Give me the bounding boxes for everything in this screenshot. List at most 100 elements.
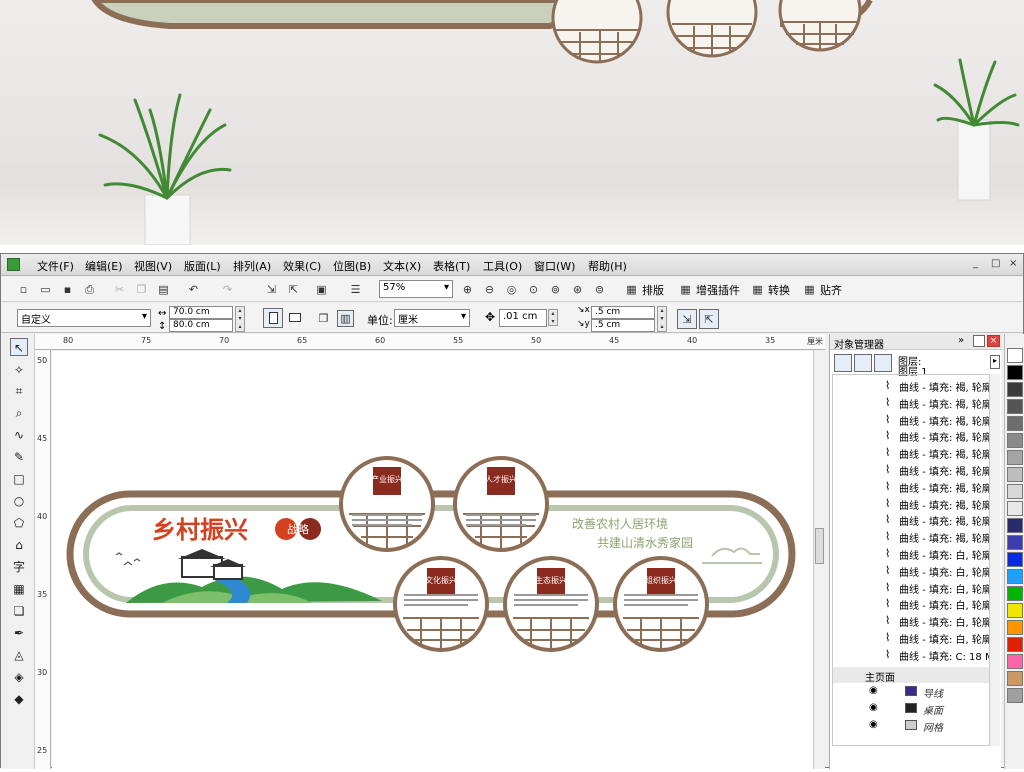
edge-snap-icon[interactable]: ⇱ <box>699 309 719 329</box>
palette-swatch[interactable] <box>1007 416 1023 431</box>
freehand-tool-icon[interactable]: ∿ <box>10 426 28 444</box>
menu-view[interactable]: 视图(V) <box>134 258 172 274</box>
current-page-icon[interactable]: ▥ <box>337 310 354 327</box>
undo-icon[interactable]: ↶ <box>185 281 202 298</box>
palette-swatch[interactable] <box>1007 399 1023 414</box>
menu-file[interactable]: 文件(F) <box>37 258 74 274</box>
edit-across-layers-icon[interactable] <box>854 354 872 372</box>
minimize-button[interactable]: _ <box>973 258 978 269</box>
cut-icon[interactable]: ✂ <box>111 281 128 298</box>
palette-swatch[interactable] <box>1007 569 1023 584</box>
fill-tool-icon[interactable]: ◈ <box>10 668 28 686</box>
menu-bitmaps[interactable]: 位图(B) <box>333 258 371 274</box>
publish-icon[interactable]: ▣ <box>313 281 330 298</box>
object-list-item[interactable]: 曲线 - 填充: 褐, 轮廓 <box>899 480 989 495</box>
layout-button[interactable]: 排版 <box>642 282 664 298</box>
duplicate-y-field[interactable]: .5 cm <box>591 319 655 332</box>
object-list-item[interactable]: 曲线 - 填充: 白, 轮廓 <box>899 564 989 579</box>
scroll-thumb[interactable] <box>815 528 824 564</box>
height-field[interactable]: 80.0 cm <box>169 319 233 332</box>
treat-as-filled-icon[interactable]: ⇲ <box>677 309 697 329</box>
vertical-scrollbar[interactable] <box>813 350 825 769</box>
master-layer-item[interactable]: 导线 <box>923 685 943 700</box>
rectangle-tool-icon[interactable]: □ <box>10 470 28 488</box>
plugin-icon[interactable]: ▦ <box>677 281 694 298</box>
master-page-row[interactable]: 主页面 <box>833 666 989 684</box>
docker-collapse-icon[interactable]: » <box>958 335 964 346</box>
drawing-canvas[interactable]: 产业振兴 人才振兴 文化振兴 生态振兴 组织振兴 乡村振兴 战略 改善农村人居环… <box>52 351 818 769</box>
show-properties-icon[interactable] <box>834 354 852 372</box>
menu-window[interactable]: 窗口(W) <box>534 258 575 274</box>
docker-scrollbar[interactable] <box>990 374 1000 746</box>
maximize-button[interactable]: □ <box>991 258 1000 269</box>
all-pages-icon[interactable]: ❐ <box>315 310 332 327</box>
palette-swatch[interactable] <box>1007 433 1023 448</box>
docker-close-button[interactable]: × <box>987 335 1000 347</box>
new-icon[interactable]: ▫ <box>15 281 32 298</box>
page-size-select[interactable]: 自定义 ▾ <box>17 309 151 327</box>
palette-swatch[interactable] <box>1007 501 1023 516</box>
layer-manager-icon[interactable] <box>874 354 892 372</box>
docker-minimize-button[interactable] <box>973 335 985 347</box>
palette-swatch[interactable] <box>1007 518 1023 533</box>
interactive-fill-icon[interactable]: ◆ <box>10 690 28 708</box>
visibility-icon[interactable]: ◉ <box>869 685 878 696</box>
object-list-item[interactable]: 曲线 - 填充: 褐, 轮廓 <box>899 513 989 528</box>
pick-tool-icon[interactable]: ↖ <box>10 338 28 356</box>
object-list-item[interactable]: 曲线 - 填充: C: 18 M <box>899 648 989 663</box>
menu-table[interactable]: 表格(T) <box>433 258 470 274</box>
visibility-icon[interactable]: ◉ <box>869 702 878 713</box>
menu-help[interactable]: 帮助(H) <box>588 258 627 274</box>
object-list-item[interactable]: 曲线 - 填充: 白, 轮廓 <box>899 614 989 629</box>
zoom-select[interactable]: 57% ▾ <box>379 280 453 298</box>
menu-text[interactable]: 文本(X) <box>383 258 421 274</box>
eyedropper-icon[interactable]: ✒ <box>10 624 28 642</box>
zoom-width-icon[interactable]: ⊛ <box>569 281 586 298</box>
menu-tools[interactable]: 工具(O) <box>483 258 522 274</box>
zoom-fit-icon[interactable]: ◎ <box>503 281 520 298</box>
object-list-item[interactable]: 曲线 - 填充: 褐, 轮廓 <box>899 530 989 545</box>
object-list-item[interactable]: 曲线 - 填充: 白, 轮廓 <box>899 597 989 612</box>
master-layer-item[interactable]: 网格 <box>923 719 943 734</box>
table-tool-icon[interactable]: ▦ <box>10 580 28 598</box>
palette-swatch[interactable] <box>1007 467 1023 482</box>
menu-layout[interactable]: 版面(L) <box>184 258 221 274</box>
object-list-item[interactable]: 曲线 - 填充: 白, 轮廓 <box>899 581 989 596</box>
smart-fill-icon[interactable]: ✎ <box>10 448 28 466</box>
nudge-field[interactable]: .01 cm <box>499 309 547 327</box>
palette-swatch[interactable] <box>1007 348 1023 363</box>
palette-swatch[interactable] <box>1007 365 1023 380</box>
import-icon[interactable]: ⇲ <box>263 281 280 298</box>
menu-effects[interactable]: 效果(C) <box>283 258 321 274</box>
shape-tool-icon[interactable]: ⟡ <box>10 360 28 378</box>
object-list-item[interactable]: 曲线 - 填充: 白, 轮廓 <box>899 547 989 562</box>
plugin-button[interactable]: 增强插件 <box>696 282 740 298</box>
size-spinner[interactable]: ▴ ▾ ▴ <box>235 306 245 332</box>
zoom-selected-icon[interactable]: ⊙ <box>525 281 542 298</box>
menu-edit[interactable]: 编辑(E) <box>85 258 123 274</box>
palette-swatch[interactable] <box>1007 535 1023 550</box>
width-field[interactable]: 70.0 cm <box>169 306 233 319</box>
palette-swatch[interactable] <box>1007 586 1023 601</box>
object-list-item[interactable]: 曲线 - 填充: 褐, 轮廓 <box>899 463 989 478</box>
palette-swatch[interactable] <box>1007 552 1023 567</box>
palette-swatch[interactable] <box>1007 688 1023 703</box>
object-list-item[interactable]: 曲线 - 填充: 褐, 轮廓 <box>899 396 989 411</box>
visibility-icon[interactable]: ◉ <box>869 719 878 730</box>
export-icon[interactable]: ⇱ <box>285 281 302 298</box>
zoom-out-icon[interactable]: ⊖ <box>481 281 498 298</box>
master-layer-item[interactable]: 桌面 <box>923 702 943 717</box>
interactive-tool-icon[interactable]: ❏ <box>10 602 28 620</box>
app-launcher-icon[interactable]: ☰ <box>347 281 364 298</box>
save-icon[interactable]: ▪ <box>59 281 76 298</box>
print-icon[interactable]: ⎙ <box>81 281 98 298</box>
menu-arrange[interactable]: 排列(A) <box>233 258 271 274</box>
palette-swatch[interactable] <box>1007 603 1023 618</box>
portrait-button[interactable] <box>263 308 283 328</box>
palette-swatch[interactable] <box>1007 654 1023 669</box>
object-list-item[interactable]: 曲线 - 填充: 褐, 轮廓 <box>899 446 989 461</box>
palette-swatch[interactable] <box>1007 450 1023 465</box>
ellipse-tool-icon[interactable]: ○ <box>10 492 28 510</box>
unit-select[interactable]: 厘米 ▾ <box>394 309 470 327</box>
palette-swatch[interactable] <box>1007 620 1023 635</box>
